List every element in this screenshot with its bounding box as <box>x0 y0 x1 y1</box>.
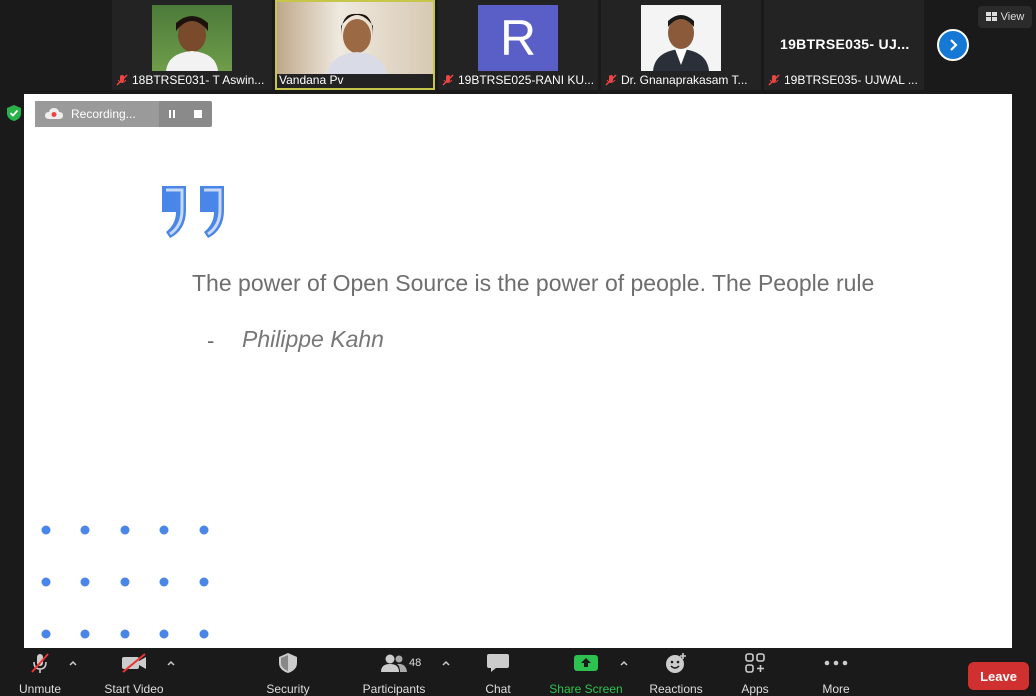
participant-name-bar: 18BTRSE031- T Aswin... <box>116 72 264 88</box>
recording-label: Recording... <box>71 107 136 121</box>
mic-muted-icon <box>605 74 617 86</box>
participants-icon <box>381 654 407 672</box>
reactions-button[interactable]: Reactions <box>643 648 709 696</box>
start-video-button[interactable]: Start Video <box>98 648 170 696</box>
unmute-button[interactable]: Unmute <box>10 648 70 696</box>
participant-name-bar: Vandana Pv <box>279 72 344 88</box>
participant-name: 18BTRSE031- T Aswin... <box>132 73 265 87</box>
chevron-up-icon[interactable] <box>619 658 629 668</box>
next-page-button[interactable] <box>937 29 969 61</box>
participant-name-bar: Dr. Gnanaprakasam T... <box>605 72 748 88</box>
more-button[interactable]: More <box>810 648 862 696</box>
share-screen-label: Share Screen <box>549 682 623 696</box>
reaction-smiley-icon <box>666 653 686 673</box>
participant-name: Vandana Pv <box>279 73 344 87</box>
view-label: View <box>1000 11 1025 23</box>
author-dash: - <box>207 328 215 353</box>
more-dots-icon <box>824 660 848 666</box>
participant-photo <box>152 5 232 71</box>
security-label: Security <box>266 682 310 696</box>
apps-label: Apps <box>741 682 769 696</box>
chevron-up-icon[interactable] <box>441 658 451 668</box>
participant-photo <box>277 2 433 74</box>
participant-tile-2[interactable]: Vandana Pv <box>275 0 435 90</box>
stop-icon <box>194 110 202 118</box>
chevron-up-icon[interactable] <box>166 658 176 668</box>
shared-screen-slide: The power of Open Source is the power of… <box>24 94 1012 648</box>
quote-author: Philippe Kahn <box>242 326 384 352</box>
participant-tile-4[interactable]: Dr. Gnanaprakasam T... <box>601 0 761 90</box>
view-button[interactable]: View <box>978 6 1032 28</box>
share-screen-icon <box>574 655 598 671</box>
participant-tile-1[interactable]: 18BTRSE031- T Aswin... <box>112 0 272 90</box>
stop-recording-button[interactable] <box>185 101 211 127</box>
mic-muted-icon <box>31 653 49 673</box>
grid-view-icon <box>985 12 997 21</box>
reactions-label: Reactions <box>649 682 703 696</box>
avatar-initial: R <box>499 10 537 66</box>
mic-muted-icon <box>768 74 780 86</box>
chevron-right-icon <box>950 39 958 51</box>
participants-count: 48 <box>409 657 422 669</box>
chat-button[interactable]: Chat <box>470 648 526 696</box>
quote-marks-icon <box>162 186 224 238</box>
pause-icon <box>169 110 175 118</box>
participant-name-bar: 19BTRSE025-RANI KU... <box>442 72 594 88</box>
cloud-recording-icon <box>45 108 63 119</box>
participant-name: Dr. Gnanaprakasam T... <box>621 73 748 87</box>
recording-indicator: Recording... <box>35 101 212 127</box>
pause-recording-button[interactable] <box>159 101 185 127</box>
more-label: More <box>822 682 850 696</box>
participant-tile-5[interactable]: 19BTRSE035- UJ... 19BTRSE035- UJWAL ... <box>764 0 924 90</box>
apps-icon <box>745 653 765 673</box>
chat-label: Chat <box>485 682 511 696</box>
video-off-icon <box>122 653 146 673</box>
participants-label: Participants <box>362 682 426 696</box>
participant-initial-avatar: R <box>478 5 558 71</box>
participant-name: 19BTRSE035- UJWAL ... <box>784 73 918 87</box>
shield-icon <box>279 653 297 673</box>
unmute-label: Unmute <box>18 682 62 696</box>
start-video-label: Start Video <box>104 682 164 696</box>
participant-tile-3[interactable]: R 19BTRSE025-RANI KU... <box>438 0 598 90</box>
mic-muted-icon <box>116 74 128 86</box>
security-button[interactable]: Security <box>258 648 318 696</box>
mic-muted-icon <box>442 74 454 86</box>
participant-name: 19BTRSE025-RANI KU... <box>458 73 595 87</box>
participants-button[interactable]: Participants <box>358 648 430 696</box>
security-shield-icon[interactable] <box>6 104 22 122</box>
video-strip: 18BTRSE031- T Aswin... Vandana Pv R 19BT… <box>0 0 1036 92</box>
decorative-dots <box>41 525 209 639</box>
participant-name-bar: 19BTRSE035- UJWAL ... <box>768 72 918 88</box>
apps-button[interactable]: Apps <box>730 648 780 696</box>
share-screen-button[interactable]: Share Screen <box>548 648 624 696</box>
meeting-toolbar: Unmute Start Video Security Participants… <box>0 648 1036 696</box>
chevron-up-icon[interactable] <box>68 658 78 668</box>
quote-text: The power of Open Source is the power of… <box>192 270 875 296</box>
leave-button[interactable]: Leave <box>968 662 1029 690</box>
participant-big-name: 19BTRSE035- UJ... <box>780 36 910 52</box>
chat-bubble-icon <box>487 654 509 672</box>
participant-photo <box>641 5 721 71</box>
